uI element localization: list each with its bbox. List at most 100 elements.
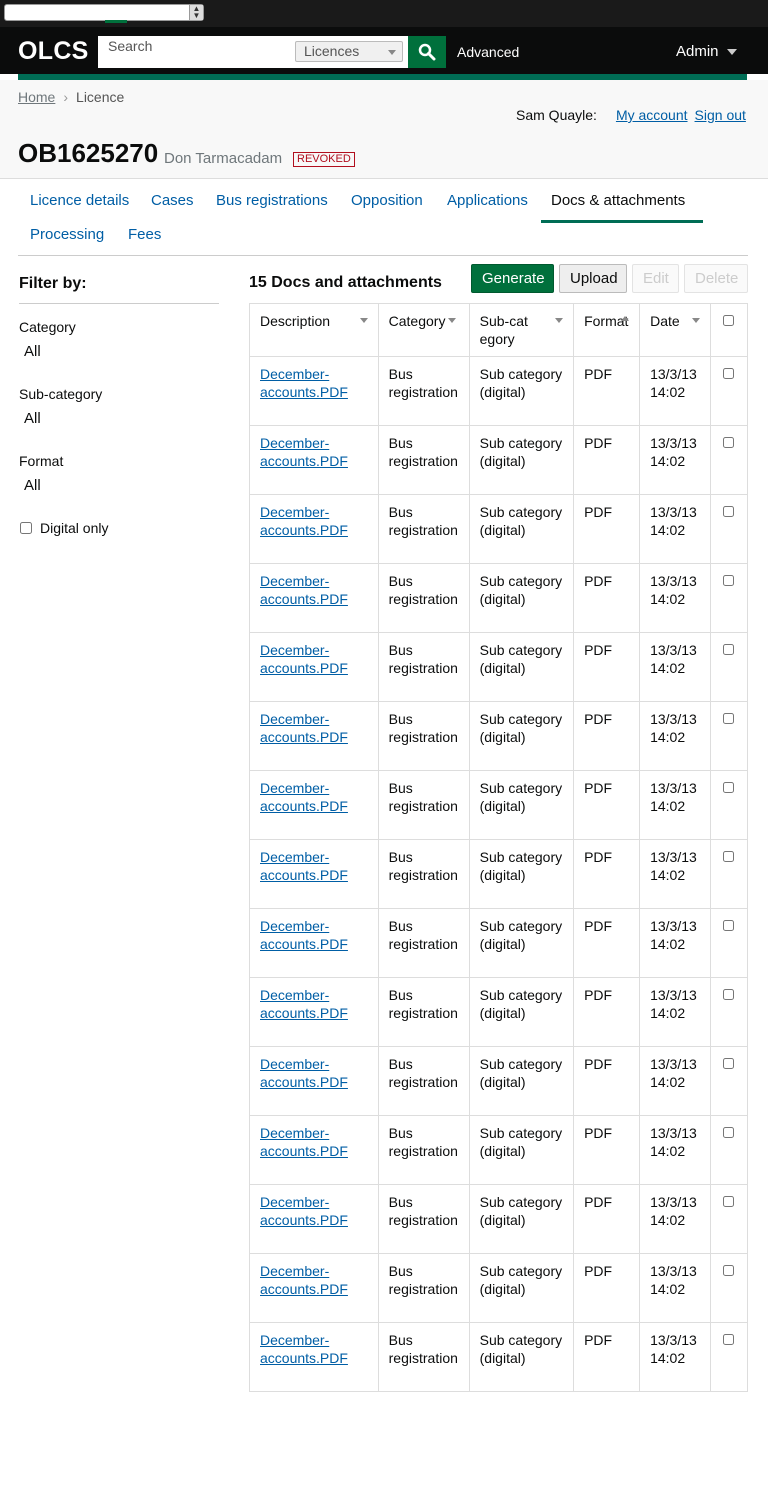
row-select-checkbox[interactable] (723, 782, 735, 793)
generate-button[interactable]: Generate (471, 264, 554, 293)
subcategory-column-header[interactable]: Sub-category (468, 303, 575, 357)
tab-bus-registrations[interactable]: Bus registrations (216, 192, 328, 209)
table-row: December-accounts.PDF Bus registration Sub… (249, 977, 748, 1047)
document-link[interactable]: December-accounts.PDF (260, 780, 348, 814)
column-header-label: Description (260, 313, 331, 329)
date-cell: 13/3/13 14:02 (639, 1322, 712, 1392)
document-link[interactable]: December-accounts.PDF (260, 1125, 348, 1159)
sort-icon[interactable] (692, 318, 701, 323)
document-link[interactable]: December-accounts.PDF (260, 504, 348, 538)
format-column-header[interactable]: Format (573, 303, 641, 357)
table-row: December-accounts.PDF Bus registration Sub… (249, 425, 748, 495)
sort-icon[interactable] (621, 316, 630, 321)
status-badge: REVOKED (293, 152, 355, 167)
row-select-checkbox[interactable] (723, 575, 735, 586)
tab-opposition[interactable]: Opposition (351, 192, 423, 209)
document-link[interactable]: December-accounts.PDF (260, 1263, 348, 1297)
row-select-checkbox[interactable] (723, 920, 735, 931)
tab-processing[interactable]: Processing (30, 226, 104, 243)
category-column-header[interactable]: Category (377, 303, 470, 357)
row-select-checkbox[interactable] (723, 1127, 735, 1138)
page-title: OB1625270 (18, 138, 159, 168)
my-account-link[interactable]: My account (616, 107, 688, 123)
format-filter-select[interactable]: All (24, 477, 41, 494)
document-link[interactable]: December-accounts.PDF (260, 918, 348, 952)
row-select-checkbox[interactable] (723, 1058, 735, 1069)
row-select-checkbox[interactable] (723, 644, 735, 655)
document-link[interactable]: December-accounts.PDF (260, 711, 348, 745)
document-link[interactable]: December-accounts.PDF (260, 987, 348, 1021)
breadcrumb-home-link[interactable]: Home (18, 89, 55, 105)
select-cell (710, 563, 748, 633)
top-select[interactable]: ▲ ▼ (4, 4, 204, 23)
chevron-down-icon (388, 50, 396, 55)
row-select-checkbox[interactable] (723, 1334, 735, 1345)
admin-label: Admin (676, 43, 719, 60)
row-select-checkbox[interactable] (723, 989, 735, 1000)
format-cell: PDF (573, 1322, 641, 1392)
search-scope-select[interactable]: Licences (295, 41, 403, 62)
delete-button[interactable]: Delete (684, 264, 748, 293)
document-link[interactable]: December-accounts.PDF (260, 573, 348, 607)
row-select-checkbox[interactable] (723, 506, 735, 517)
tab-docs-attachments[interactable]: Docs & attachments (551, 192, 685, 209)
format-cell: PDF (573, 1115, 641, 1185)
chevron-right-icon: › (63, 89, 69, 105)
sort-icon[interactable] (447, 318, 456, 323)
row-select-checkbox[interactable] (723, 437, 735, 448)
category-cell: Bus registration (377, 839, 470, 909)
row-select-checkbox[interactable] (723, 368, 735, 379)
search-input[interactable] (98, 36, 293, 68)
subcategory-cell: Sub category (digital) (468, 770, 575, 840)
sort-icon[interactable] (555, 318, 564, 323)
select-cell (710, 1115, 748, 1185)
subcategory-filter-select[interactable]: All (24, 410, 41, 427)
olcs-logo[interactable]: OLCS (18, 37, 89, 66)
tab-fees[interactable]: Fees (128, 226, 161, 243)
document-link[interactable]: December-accounts.PDF (260, 849, 348, 883)
row-select-checkbox[interactable] (723, 1196, 735, 1207)
row-select-checkbox[interactable] (723, 713, 735, 724)
admin-menu[interactable]: Admin (676, 43, 737, 60)
description-column-header[interactable]: Description (249, 303, 379, 357)
digital-only-checkbox[interactable] (20, 522, 32, 534)
category-filter-select[interactable]: All (24, 343, 41, 360)
category-filter-label: Category (19, 319, 76, 335)
edit-button[interactable]: Edit (632, 264, 679, 293)
upload-button[interactable]: Upload (559, 264, 627, 293)
search-scope-value: Licences (304, 43, 360, 59)
table-row: December-accounts.PDF Bus registration Sub… (249, 1046, 748, 1116)
select-all-checkbox[interactable] (723, 315, 735, 326)
search-button[interactable] (408, 36, 446, 68)
document-link[interactable]: December-accounts.PDF (260, 1056, 348, 1090)
sign-out-link[interactable]: Sign out (695, 107, 746, 123)
advanced-search-link[interactable]: Advanced (457, 44, 519, 60)
user-bar: Sam Quayle: My account Sign out (516, 107, 746, 123)
document-link[interactable]: December-accounts.PDF (260, 1194, 348, 1228)
table-row: December-accounts.PDF Bus registration Sub… (249, 356, 748, 426)
document-link[interactable]: December-accounts.PDF (260, 366, 348, 400)
format-cell: PDF (573, 977, 641, 1047)
row-select-checkbox[interactable] (723, 851, 735, 862)
sort-icon[interactable] (359, 318, 368, 323)
subcategory-cell: Sub category (digital) (468, 1322, 575, 1392)
document-link[interactable]: December-accounts.PDF (260, 435, 348, 469)
active-tab-indicator (541, 220, 703, 223)
document-link[interactable]: December-accounts.PDF (260, 1332, 348, 1366)
docs-table: Description Category Sub-category Format… (249, 303, 748, 1392)
tab-cases[interactable]: Cases (151, 192, 194, 209)
document-link[interactable]: December-accounts.PDF (260, 642, 348, 676)
select-cell (710, 701, 748, 771)
top-select-indicator (105, 20, 127, 23)
tab-licence-details[interactable]: Licence details (30, 192, 129, 209)
table-row: December-accounts.PDF Bus registration Sub… (249, 701, 748, 771)
select-cell (710, 977, 748, 1047)
description-cell: December-accounts.PDF (249, 632, 379, 702)
date-column-header[interactable]: Date (639, 303, 712, 357)
stepper-icon[interactable]: ▲ ▼ (189, 5, 203, 20)
column-header-label: Sub-category (479, 313, 528, 347)
tab-applications[interactable]: Applications (447, 192, 528, 209)
digital-only-filter[interactable]: Digital only (20, 520, 108, 536)
description-cell: December-accounts.PDF (249, 494, 379, 564)
row-select-checkbox[interactable] (723, 1265, 735, 1276)
